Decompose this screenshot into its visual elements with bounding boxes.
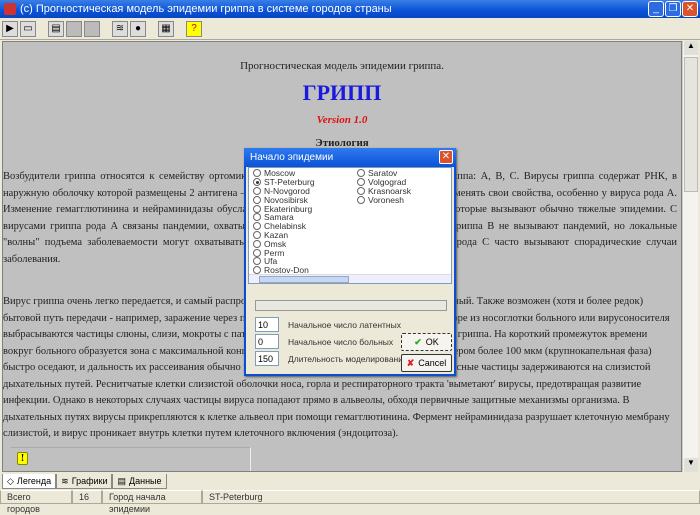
scroll-thumb[interactable] bbox=[259, 276, 349, 283]
city-radio-list: Moscow ST-Peterburg N-Novgorod Novosibirsk E… bbox=[248, 167, 452, 284]
tab-bar: ◇ Легенда ≋ Графики ▤ Данные bbox=[2, 474, 167, 489]
radio-icon[interactable] bbox=[253, 186, 261, 195]
tab-label: Легенда bbox=[16, 476, 52, 486]
dialog-title-bar: Начало эпидемии ✕ bbox=[244, 148, 456, 167]
folder-icon[interactable]: ▭ bbox=[20, 20, 36, 37]
start-city-value: ST-Peterburg bbox=[202, 490, 700, 504]
sick-count-label: Начальное число больных bbox=[288, 337, 394, 347]
dialog-title: Начало эпидемии bbox=[250, 152, 334, 163]
minimize-button[interactable]: _ bbox=[648, 1, 664, 17]
export-icon[interactable]: ▦ bbox=[158, 20, 174, 37]
warning-icon: ! bbox=[17, 452, 28, 465]
progress-bar bbox=[255, 300, 447, 311]
radio-icon[interactable] bbox=[253, 257, 261, 266]
chart-icon[interactable]: ≋ bbox=[112, 20, 128, 37]
close-button[interactable]: ✕ bbox=[682, 1, 698, 17]
cities-count: 16 bbox=[72, 490, 102, 504]
latent-count-input[interactable] bbox=[255, 317, 279, 332]
legend-icon: ◇ bbox=[7, 475, 14, 486]
table-icon: ▤ bbox=[117, 475, 126, 486]
doc-title: ГРИПП bbox=[302, 80, 382, 105]
globe-icon[interactable]: ● bbox=[130, 20, 146, 37]
window-title: (c) Прогностическая модель эпидемии грип… bbox=[20, 3, 392, 15]
cities-label: Всего городов bbox=[0, 490, 72, 514]
radio-icon[interactable] bbox=[253, 195, 261, 204]
sick-count-input[interactable] bbox=[255, 334, 279, 349]
radio-icon[interactable] bbox=[253, 230, 261, 239]
disabled-chart-icon[interactable] bbox=[84, 20, 100, 37]
help-icon[interactable]: ? bbox=[186, 20, 202, 37]
radio-icon[interactable] bbox=[253, 239, 261, 248]
radio-icon[interactable] bbox=[357, 186, 365, 195]
status-bar: Всего городов 16 Город начала эпидемии S… bbox=[0, 490, 700, 514]
tab-0[interactable]: ◇ Легенда bbox=[2, 474, 57, 489]
tab-label: Данные bbox=[129, 476, 162, 486]
horizontal-scrollbar[interactable] bbox=[249, 274, 451, 283]
radio-icon[interactable] bbox=[253, 204, 261, 213]
title-bar: (c) Прогностическая модель эпидемии грип… bbox=[0, 0, 700, 18]
doc-version: Version 1.0 bbox=[316, 114, 368, 126]
disabled-icon[interactable] bbox=[66, 20, 82, 37]
latent-count-label: Начальное число латентных bbox=[288, 320, 401, 330]
note-box: ! bbox=[11, 447, 251, 471]
city-label: Voronesh bbox=[368, 194, 404, 205]
radio-icon[interactable] bbox=[357, 169, 365, 178]
maximize-button[interactable]: ❐ bbox=[665, 1, 681, 17]
radio-icon[interactable] bbox=[253, 213, 261, 222]
cross-icon: ✘ bbox=[406, 357, 415, 368]
epidemic-start-dialog: Начало эпидемии ✕ Moscow ST-Peterburg N-No… bbox=[244, 148, 456, 376]
scroll-down-icon[interactable]: ▼ bbox=[684, 458, 698, 472]
radio-icon[interactable] bbox=[253, 169, 261, 178]
open-icon[interactable]: ▶ bbox=[2, 20, 18, 37]
cancel-label: Cancel bbox=[418, 358, 447, 368]
radio-icon[interactable] bbox=[357, 195, 365, 204]
start-city-label: Город начала эпидемии bbox=[102, 490, 202, 514]
dialog-close-button[interactable]: ✕ bbox=[439, 150, 453, 164]
toolbar: ▶ ▭ ▤ ≋ ● ▦? bbox=[0, 18, 700, 40]
ok-button[interactable]: ✔ OK bbox=[401, 333, 452, 351]
radio-icon[interactable] bbox=[357, 178, 365, 187]
scroll-thumb[interactable] bbox=[684, 57, 698, 192]
cancel-button[interactable]: ✘ Cancel bbox=[401, 354, 452, 372]
vertical-scrollbar[interactable]: ▲ ▼ bbox=[682, 41, 698, 472]
radio-icon[interactable] bbox=[253, 222, 261, 231]
tab-label: Графики bbox=[71, 476, 108, 486]
app-icon bbox=[4, 3, 16, 15]
duration-label: Длительность моделирования bbox=[288, 354, 408, 364]
radio-icon[interactable] bbox=[253, 178, 261, 187]
table-icon[interactable]: ▤ bbox=[48, 20, 64, 37]
doc-heading: Прогностическая модель эпидемии гриппа. bbox=[240, 60, 444, 72]
radio-icon[interactable] bbox=[253, 248, 261, 257]
tab-2[interactable]: ▤ Данные bbox=[112, 474, 167, 489]
ok-label: OK bbox=[425, 337, 439, 347]
city-radio[interactable]: Voronesh bbox=[357, 194, 411, 205]
duration-input[interactable] bbox=[255, 351, 279, 366]
check-icon: ✔ bbox=[414, 336, 422, 347]
radio-icon[interactable] bbox=[253, 266, 261, 275]
scroll-up-icon[interactable]: ▲ bbox=[684, 41, 698, 55]
tab-1[interactable]: ≋ Графики bbox=[56, 474, 113, 489]
city-radio[interactable]: Perm bbox=[253, 248, 315, 258]
chart-icon: ≋ bbox=[61, 475, 69, 486]
